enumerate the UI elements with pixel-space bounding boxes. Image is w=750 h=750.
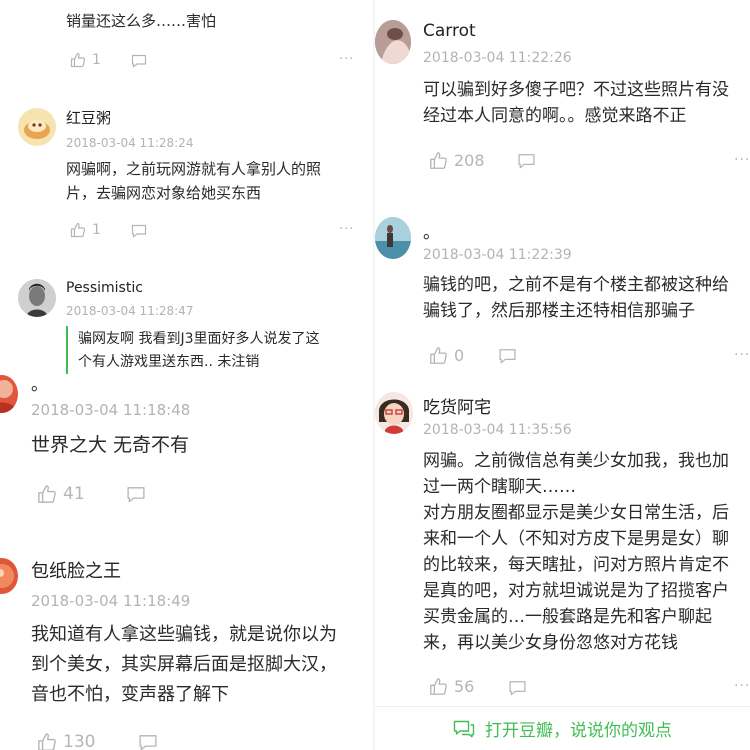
like-button[interactable]: 1 [70, 222, 101, 238]
thumbs-up-icon [429, 677, 448, 696]
username[interactable]: 包纸脸之王 [31, 557, 121, 583]
comment-bubble-icon [138, 734, 158, 750]
comment-timestamp: 2018-03-04 11:22:26 [423, 50, 572, 66]
thumbs-up-icon [37, 484, 57, 504]
comment-timestamp: 2018-03-04 11:28:47 [66, 304, 194, 318]
like-button[interactable]: 208 [429, 151, 485, 170]
comment-timestamp: 2018-03-04 11:22:39 [423, 247, 572, 263]
username[interactable]: 吃货阿宅 [423, 393, 491, 418]
comment-text: 可以骗到好多傻子吧？不过这些照片有没 经过本人同意的啊。。感觉来路不正 [423, 80, 729, 126]
like-count: 56 [454, 677, 475, 696]
more-options-icon[interactable]: ··· [734, 152, 750, 168]
comment-timestamp: 2018-03-04 11:28:24 [66, 136, 194, 150]
username[interactable]: Carrot [423, 21, 476, 41]
avatar[interactable] [375, 20, 411, 64]
like-count: 1 [92, 222, 101, 238]
like-count: 0 [454, 346, 465, 365]
comment-timestamp: 2018-03-04 11:35:56 [423, 422, 572, 438]
comment-bubble-icon [453, 720, 475, 738]
more-options-icon[interactable]: ··· [339, 52, 354, 67]
right-comment-column: Carrot 2018-03-04 11:22:26 可以骗到好多傻子吧？不过这… [375, 0, 750, 750]
comment-bubble-icon [508, 680, 527, 696]
comment-bubble-icon [131, 54, 147, 68]
comment-text: 骗钱的吧，之前不是有个楼主都被这种给 骗钱了，然后那楼主还特相信那骗子 [423, 275, 729, 321]
comment-bubble-icon [126, 486, 146, 503]
thumbs-up-icon [37, 732, 57, 750]
like-button[interactable]: 41 [37, 484, 85, 504]
reply-button[interactable] [138, 734, 158, 750]
open-douban-link[interactable]: 打开豆瓣，说说你的观点 [485, 716, 672, 741]
comment-text: 世界之大 无奇不有 [31, 434, 190, 456]
comment-timestamp: 2018-03-04 11:18:48 [31, 401, 191, 419]
reply-button[interactable] [498, 348, 517, 364]
more-options-icon[interactable]: ··· [734, 347, 750, 363]
comment-bubble-icon [517, 153, 536, 169]
avatar[interactable] [18, 279, 56, 317]
more-options-icon[interactable]: ··· [339, 222, 354, 237]
username[interactable]: 。 [31, 370, 48, 395]
username[interactable]: 。 [423, 218, 440, 243]
thumbs-up-icon [70, 222, 86, 238]
like-count: 208 [454, 151, 485, 170]
like-count: 41 [63, 484, 85, 504]
username[interactable]: Pessimistic [66, 280, 143, 296]
like-button[interactable]: 1 [70, 52, 101, 68]
reply-button[interactable] [517, 153, 536, 169]
username[interactable]: 红豆粥 [66, 107, 111, 128]
reply-button[interactable] [131, 224, 147, 238]
reply-button[interactable] [131, 54, 147, 68]
comment-bubble-icon [498, 348, 517, 364]
quoted-reply-text: 骗网友啊 我看到J3里面好多人说发了这 个有人游戏里送东西.. 未注销 [78, 331, 320, 370]
avatar[interactable] [0, 375, 18, 413]
thumbs-up-icon [429, 346, 448, 365]
like-count: 130 [63, 732, 96, 750]
thumbs-up-icon [70, 52, 86, 68]
reply-button[interactable] [508, 680, 527, 696]
comment-text: 网骗。之前微信总有美少女加我，我也加 过一两个瞎聊天…… 对方朋友圈都显示是美少… [423, 451, 729, 653]
comment-text: 网骗啊，之前玩网游就有人拿别人的照 片，去骗网恋对象给她买东西 [66, 160, 322, 202]
comment-bubble-icon [131, 224, 147, 238]
comment-text: 我知道有人拿这些骗钱，就是说你以为 到个美女，其实屏幕后面是抠脚大汉， 音也不怕… [31, 624, 337, 705]
quote-bar [66, 326, 68, 374]
like-button[interactable]: 56 [429, 677, 474, 696]
avatar[interactable] [375, 217, 411, 259]
like-count: 1 [92, 52, 101, 68]
avatar[interactable] [0, 558, 18, 594]
thumbs-up-icon [429, 151, 448, 170]
open-douban-bar[interactable]: 打开豆瓣，说说你的观点 [375, 706, 750, 750]
like-button[interactable]: 130 [37, 732, 95, 750]
reply-button[interactable] [126, 486, 146, 503]
like-button[interactable]: 0 [429, 346, 464, 365]
avatar[interactable] [18, 108, 56, 146]
avatar[interactable] [375, 392, 413, 434]
comment-timestamp: 2018-03-04 11:18:49 [31, 592, 191, 610]
left-comment-column: 销量还这么多……害怕 1 ··· 红豆粥 2018-03-04 11:28:24… [0, 0, 375, 750]
comment-text: 销量还这么多……害怕 [66, 12, 217, 30]
more-options-icon[interactable]: ··· [734, 678, 750, 694]
